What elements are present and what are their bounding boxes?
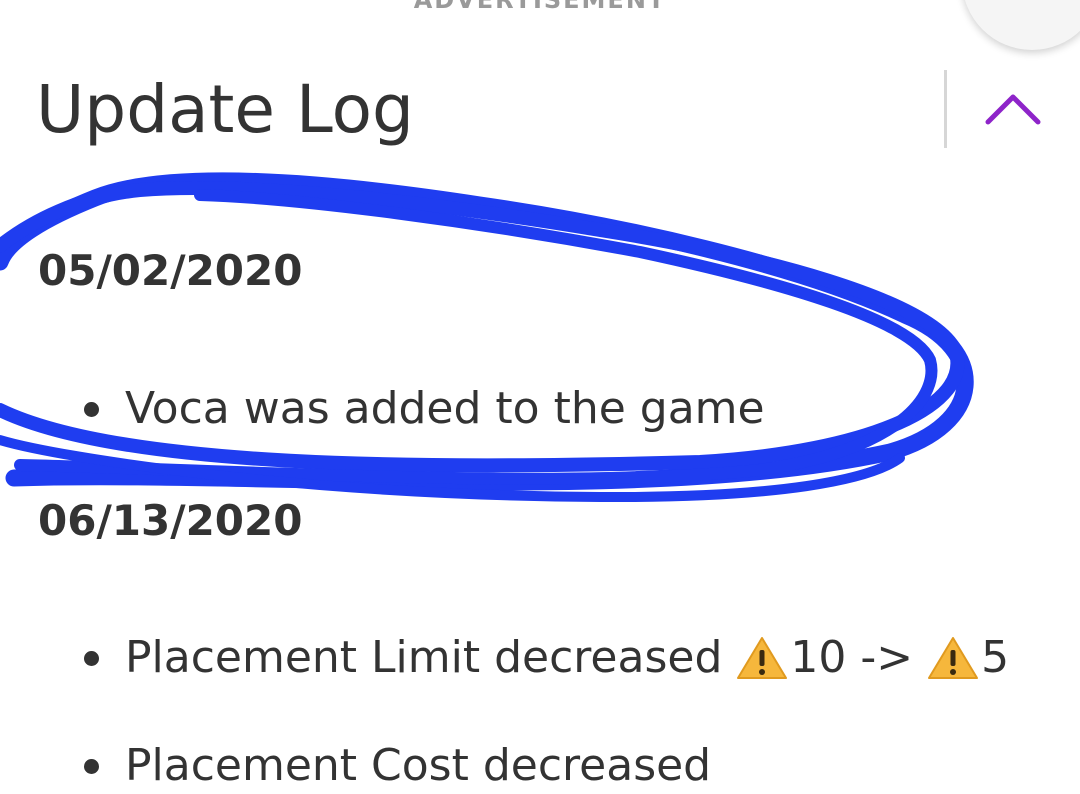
list-item-text: Placement Cost decreased (125, 740, 712, 791)
log-date: 06/13/2020 (38, 496, 303, 545)
header-divider (944, 70, 947, 148)
bullet (84, 758, 99, 774)
chevron-up-icon (985, 94, 1041, 125)
warning-icon (927, 635, 979, 681)
bullet (84, 401, 99, 417)
list-item-cut-off: Placement Cost decreased (84, 738, 711, 794)
arrow-text: -> (860, 632, 914, 683)
list-item: Placement Limit decreased 10 -> 5 (84, 630, 1009, 686)
list-item: Voca was added to the game (84, 381, 765, 437)
bullet (84, 650, 99, 666)
log-date: 05/02/2020 (38, 246, 303, 295)
list-item-text: Placement Limit decreased (125, 632, 723, 683)
list-item-text: Voca was added to the game (125, 383, 765, 434)
advertisement-label: ADVERTISEMENT (413, 0, 667, 14)
section-title: Update Log (36, 71, 414, 148)
limit-before-value: 10 (790, 632, 847, 683)
floating-action-button[interactable] (962, 0, 1080, 50)
collapse-button[interactable] (980, 84, 1046, 134)
warning-icon (736, 635, 788, 681)
limit-after-value: 5 (981, 632, 1010, 683)
